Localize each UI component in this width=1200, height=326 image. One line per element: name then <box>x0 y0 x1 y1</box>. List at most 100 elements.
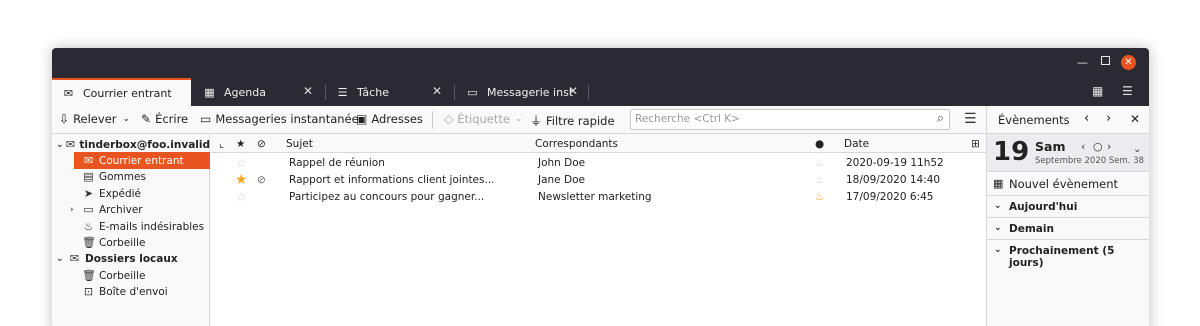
star-icon[interactable]: ★ <box>235 172 248 188</box>
junk-column-icon[interactable]: ● <box>815 138 824 150</box>
star-column-icon[interactable]: ★ <box>236 138 245 150</box>
chat-icon: ▭ <box>467 85 478 99</box>
column-date[interactable]: Date <box>844 138 869 150</box>
inbox-icon: ✉ <box>83 154 94 167</box>
folder-account[interactable]: ⌄ ✉ tinderbox@foo.invalid <box>56 136 210 153</box>
date-subtitle: Septembre 2020 Sem. 38 <box>1035 156 1144 166</box>
star-icon[interactable]: ☆ <box>236 190 247 204</box>
tab-chat[interactable]: ▭ Messagerie inst ✕ <box>456 78 588 106</box>
send-icon: ➤ <box>83 187 94 200</box>
chevron-right-icon[interactable]: › <box>1107 140 1111 153</box>
get-messages-button[interactable]: ⇩ Relever ⌄ <box>59 112 130 126</box>
thread-pane: ⌞ ★ ⊘ Sujet Correspondants ● Date ⊞ ☆ Ra… <box>211 135 986 326</box>
junk-status-icon[interactable]: ♨ <box>815 174 824 186</box>
close-icon[interactable]: ✕ <box>1130 112 1140 126</box>
table-row[interactable]: ☆ Participez au concours pour gagner... … <box>211 188 986 205</box>
archive-icon: ▭ <box>83 203 94 216</box>
today-pane-header: Évènements ‹ › ✕ <box>987 106 1149 134</box>
today-pane: Évènements ‹ › ✕ 19 Sam ‹ ○ › ⌄ Septembr… <box>986 106 1149 326</box>
junk-flame-icon[interactable]: ♨ <box>815 191 824 203</box>
chevron-right-icon[interactable]: › <box>70 205 80 215</box>
table-row[interactable]: ★ ⊘ Rapport et informations client joint… <box>211 171 986 188</box>
chevron-left-icon[interactable]: ‹ <box>1081 140 1085 153</box>
write-label: Écrire <box>155 112 189 126</box>
folder-archive[interactable]: › ▭ Archiver <box>70 201 143 218</box>
folder-label: Dossiers locaux <box>85 252 178 265</box>
section-tomorrow[interactable]: ⌄ Demain <box>987 218 1149 240</box>
pencil-icon: ✎ <box>141 112 152 126</box>
address-book-icon: ▣ <box>356 112 368 126</box>
star-icon[interactable]: ☆ <box>236 156 247 170</box>
message-subject: Participez au concours pour gagner... <box>289 191 485 203</box>
new-event-button[interactable]: ▦ Nouvel évènement <box>987 172 1149 196</box>
close-tab-icon[interactable]: ✕ <box>568 84 578 98</box>
filter-icon: ⏚ <box>530 114 543 128</box>
tab-label: Messagerie inst <box>487 85 574 99</box>
chevron-down-icon: ⌄ <box>994 201 1002 211</box>
outbox-icon: ⊡ <box>83 285 94 298</box>
quick-filter-button[interactable]: ⏚ Filtre rapide <box>530 112 615 129</box>
maximize-icon[interactable] <box>1101 56 1110 65</box>
column-correspondents[interactable]: Correspondants <box>535 138 618 150</box>
tag-button[interactable]: ◇ Étiquette ⌄ <box>444 112 523 126</box>
search-input[interactable]: Recherche <Ctrl K> ⌕ <box>630 109 950 130</box>
title-bar: — ✕ <box>52 48 1149 78</box>
today-date-header: 19 Sam ‹ ○ › ⌄ Septembre 2020 Sem. 38 <box>987 134 1149 172</box>
junk-status-icon[interactable]: ♨ <box>815 157 824 169</box>
thread-column-icon[interactable]: ⌞ <box>219 138 224 150</box>
message-from: Newsletter marketing <box>538 191 652 203</box>
folder-trash[interactable]: 🗑 Corbeille <box>82 234 145 251</box>
folder-pane: ⌄ ✉ tinderbox@foo.invalid ✉ Courrier ent… <box>52 135 210 326</box>
folder-local-folders[interactable]: ⌄ ✉ Dossiers locaux <box>56 250 210 267</box>
get-messages-label: Relever <box>73 112 117 126</box>
folder-junk[interactable]: ♨ E-mails indésirables <box>82 218 205 235</box>
search-placeholder: Recherche <Ctrl K> <box>635 113 740 125</box>
chat-icon: ▭ <box>200 112 212 126</box>
chevron-down-icon[interactable]: ⌄ <box>1133 144 1141 155</box>
column-picker-icon[interactable]: ⊞ <box>971 138 980 150</box>
chevron-down-icon[interactable]: ⌄ <box>56 254 66 264</box>
chat-button[interactable]: ▭ Messageries instantanée <box>200 112 359 126</box>
address-book-button[interactable]: ▣ Adresses <box>356 112 423 126</box>
chevron-left-icon[interactable]: ‹ <box>1084 111 1089 126</box>
calendar-icon[interactable]: ▦ <box>1092 84 1103 98</box>
tab-inbox[interactable]: ✉ Courrier entrant <box>52 78 191 106</box>
section-today[interactable]: ⌄ Aujourd'hui <box>987 196 1149 218</box>
message-from: Jane Doe <box>538 174 585 186</box>
folder-local-trash[interactable]: 🗑 Corbeille <box>82 267 145 284</box>
folder-label: Corbeille <box>99 269 146 282</box>
column-subject[interactable]: Sujet <box>286 138 313 150</box>
menu-icon[interactable]: ☰ <box>964 111 977 127</box>
folder-outbox[interactable]: ⊡ Boîte d'envoi <box>82 283 168 300</box>
tab-tasks[interactable]: ☰ Tâche ✕ <box>326 78 452 106</box>
close-window-icon[interactable]: ✕ <box>1121 55 1136 70</box>
attachment-column-icon[interactable]: ⊘ <box>257 138 266 150</box>
close-tab-icon[interactable]: ✕ <box>432 84 442 98</box>
chevron-right-icon[interactable]: › <box>1106 111 1111 126</box>
folder-sent[interactable]: ➤ Expédié <box>82 185 141 202</box>
folder-drafts[interactable]: ▤ Gommes <box>82 168 146 185</box>
search-icon[interactable]: ⌕ <box>937 111 944 126</box>
chevron-down-icon: ⌄ <box>994 223 1002 233</box>
local-folders-icon: ✉ <box>69 252 80 265</box>
folder-inbox[interactable]: ✉ Courrier entrant <box>74 152 210 169</box>
tab-label: Courrier entrant <box>83 86 172 100</box>
quick-filter-label: Filtre rapide <box>546 113 615 128</box>
table-row[interactable]: ☆ Rappel de réunion John Doe ♨ 2020-09-1… <box>211 154 986 171</box>
today-circle-icon[interactable]: ○ <box>1093 140 1103 153</box>
minimize-icon[interactable]: — <box>1077 57 1088 69</box>
message-subject: Rappel de réunion <box>289 157 385 169</box>
chevron-down-icon[interactable]: ⌄ <box>56 140 64 150</box>
close-tab-icon[interactable]: ✕ <box>303 84 313 98</box>
weekday: Sam <box>1035 139 1066 154</box>
attachment-icon: ⊘ <box>257 174 266 186</box>
tab-calendar[interactable]: ▦ Agenda ✕ <box>193 78 323 106</box>
message-date: 2020-09-19 11h52 <box>846 157 944 169</box>
section-upcoming[interactable]: ⌄ Prochainement (5 jours) <box>987 240 1149 269</box>
junk-icon: ♨ <box>83 220 94 233</box>
write-button[interactable]: ✎ Écrire <box>141 112 188 126</box>
chevron-down-icon[interactable]: ⌄ <box>123 114 131 124</box>
thread-header: ⌞ ★ ⊘ Sujet Correspondants ● Date ⊞ <box>211 135 986 153</box>
tasks-icon[interactable]: ☰ <box>1122 84 1133 98</box>
drafts-icon: ▤ <box>83 170 94 183</box>
